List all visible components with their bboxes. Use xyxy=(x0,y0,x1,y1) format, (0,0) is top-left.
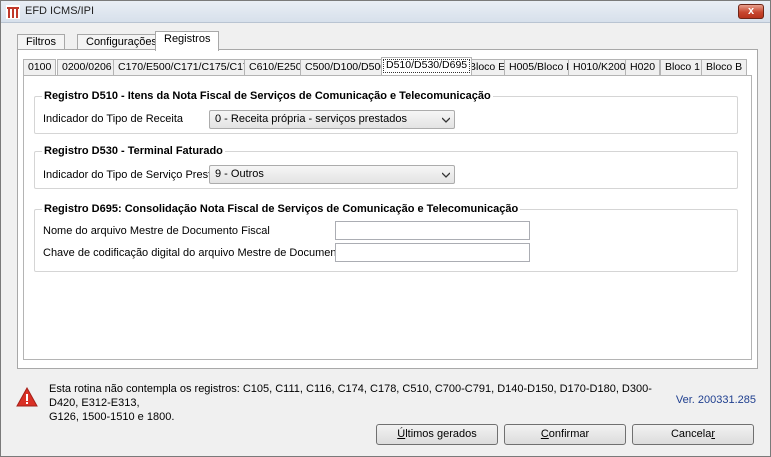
dialog-window: EFD ICMS/IPI x Filtros Configurações Reg… xyxy=(0,0,771,457)
subtab-bloco-b[interactable]: Bloco B xyxy=(701,59,748,75)
subtab-c500-d100-d500[interactable]: C500/D100/D500 xyxy=(300,59,392,75)
subtab-label: H010/K200 xyxy=(573,61,626,73)
tab-label: Registros xyxy=(164,33,211,45)
chave-codificacao-input[interactable] xyxy=(335,243,530,262)
subtab-bloco-1[interactable]: Bloco 1 xyxy=(660,59,706,75)
subtab-label: 0200/0206 xyxy=(62,61,112,73)
mnemonic: C xyxy=(540,428,549,440)
version-label: Ver. 200331.285 xyxy=(675,394,756,406)
mnemonic: Ú xyxy=(397,428,406,440)
button-label: onfirmar xyxy=(548,428,590,440)
chevron-down-icon xyxy=(442,117,450,123)
mnemonic: r xyxy=(711,428,716,440)
subtab-label: Bloco 1 xyxy=(665,61,701,73)
group-d695-title: Registro D695: Consolidação Nota Fiscal … xyxy=(42,203,521,215)
group-d510-title: Registro D510 - Itens da Nota Fiscal de … xyxy=(42,90,493,102)
subtab-d510-d530-d695[interactable]: D510/D530/D695 xyxy=(381,57,473,75)
tab-label: Configurações xyxy=(86,36,157,48)
cancelar-button[interactable]: Cancelar xyxy=(632,424,754,445)
tipo-servico-select[interactable]: 9 - Outros xyxy=(209,165,455,184)
subtab-label: C610/E250 xyxy=(249,61,302,73)
subtab-label: H005/Bloco K xyxy=(509,61,574,73)
button-label: Cancela xyxy=(670,428,712,440)
nome-arquivo-label: Nome do arquivo Mestre de Documento Fisc… xyxy=(43,225,270,237)
subtab-label: Bloco E xyxy=(469,61,506,73)
note-line-1: Esta rotina não contempla os registros: … xyxy=(49,383,652,409)
subtab-label: C170/E500/C171/C175/C176 xyxy=(118,61,255,73)
nome-arquivo-input[interactable] xyxy=(335,221,530,240)
note-line-2: G126, 1500-1510 e 1800. xyxy=(49,411,175,423)
group-d530-title: Registro D530 - Terminal Faturado xyxy=(42,145,225,157)
tab-label: Filtros xyxy=(26,36,56,48)
close-button[interactable]: x xyxy=(738,4,764,19)
tipo-servico-label: Indicador do Tipo de Serviço Prestado xyxy=(43,169,230,181)
button-label: ltimos gerados xyxy=(405,428,477,440)
window-title: EFD ICMS/IPI xyxy=(25,5,95,17)
tipo-receita-select[interactable]: 0 - Receita própria - serviços prestados xyxy=(209,110,455,129)
tipo-servico-value: 9 - Outros xyxy=(215,168,264,180)
subtab-h010-k200[interactable]: H010/K200 xyxy=(568,59,631,75)
subtab-0200-0206[interactable]: 0200/0206 xyxy=(57,59,117,75)
tipo-receita-label: Indicador do Tipo de Receita xyxy=(43,113,184,125)
chevron-down-icon xyxy=(442,172,450,178)
ultimos-gerados-button[interactable]: Últimos gerados xyxy=(376,424,498,445)
subtab-c170[interactable]: C170/E500/C171/C175/C176 xyxy=(113,59,260,75)
app-logo-icon xyxy=(6,5,20,19)
warning-icon xyxy=(16,387,38,407)
chave-codificacao-label: Chave de codificação digital do arquivo … xyxy=(43,247,378,259)
subtab-label: D510/D530/D695 xyxy=(386,59,468,71)
subtab-label: Bloco B xyxy=(706,61,743,73)
title-bar: EFD ICMS/IPI x xyxy=(1,1,770,23)
subtab-h020[interactable]: H020 xyxy=(625,59,661,75)
subtab-label: 0100 xyxy=(28,61,52,73)
subtab-0100[interactable]: 0100 xyxy=(23,59,57,75)
confirmar-button[interactable]: Confirmar xyxy=(504,424,626,445)
group-d695: Registro D695: Consolidação Nota Fiscal … xyxy=(34,203,738,272)
tab-registros[interactable]: Registros xyxy=(155,31,219,51)
subtab-c610-e250[interactable]: C610/E250 xyxy=(244,59,307,75)
subtab-label: C500/D100/D500 xyxy=(305,61,387,73)
subtab-label: H020 xyxy=(630,61,656,73)
registros-note: Esta rotina não contempla os registros: … xyxy=(49,382,669,424)
tipo-receita-value: 0 - Receita própria - serviços prestados xyxy=(215,113,407,125)
close-icon: x xyxy=(747,5,755,17)
